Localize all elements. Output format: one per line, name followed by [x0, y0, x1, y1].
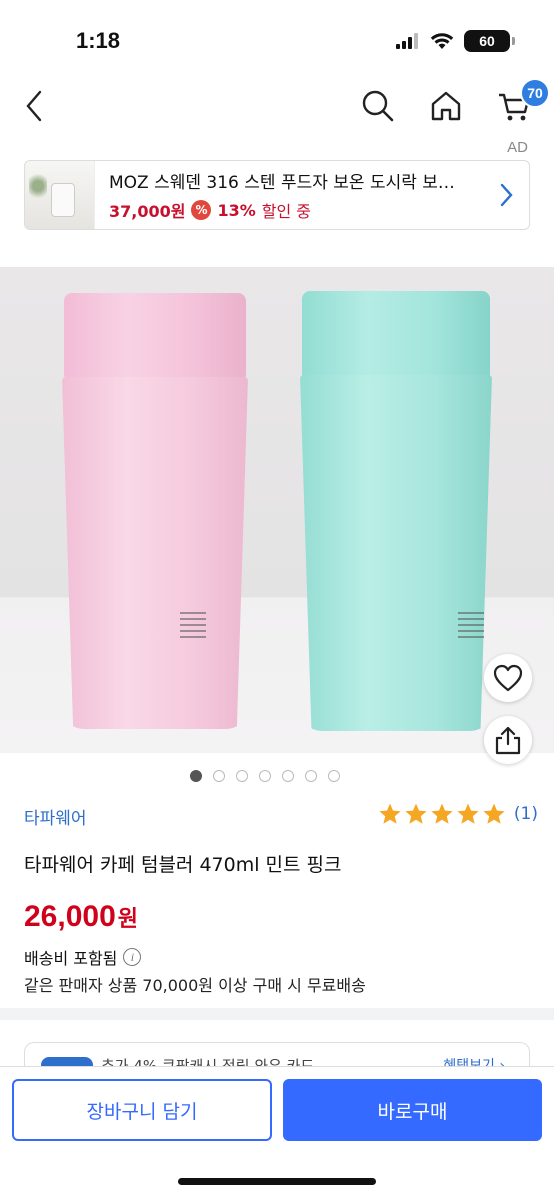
- status-icons: 60: [396, 30, 515, 52]
- star-icon: [405, 803, 427, 824]
- pager-dot[interactable]: [305, 770, 317, 782]
- pager-dot[interactable]: [213, 770, 225, 782]
- status-bar: 1:18 60: [0, 0, 554, 78]
- ad-text: MOZ 스웨덴 316 스텐 푸드자 보온 도시락 보… 37,000원 % 1…: [109, 168, 491, 222]
- ad-label: AD: [507, 139, 528, 156]
- product-image[interactable]: [0, 267, 554, 753]
- pager-dot[interactable]: [328, 770, 340, 782]
- star-icon: [483, 803, 505, 824]
- ad-thumbnail: [25, 161, 95, 229]
- cart-count-badge: 70: [520, 78, 550, 108]
- share-icon: [495, 726, 521, 755]
- top-nav: [0, 78, 554, 136]
- signal-icon: [396, 33, 418, 49]
- ad-price: 37,000원: [109, 202, 186, 221]
- back-button[interactable]: [12, 84, 56, 128]
- back-icon: [26, 90, 42, 122]
- product-price: 26,000 원: [24, 900, 138, 934]
- rating[interactable]: (1): [378, 802, 538, 826]
- product-name: 타파웨어 카페 텀블러 470ml 민트 핑크: [24, 854, 342, 876]
- like-button[interactable]: [484, 654, 532, 702]
- heart-icon: [493, 664, 523, 692]
- search-icon: [362, 90, 394, 122]
- info-icon[interactable]: i: [123, 948, 142, 966]
- add-to-cart-button[interactable]: 장바구니 담기: [12, 1079, 272, 1141]
- free-shipping-text: 같은 판매자 상품 70,000원 이상 구매 시 무료배송: [24, 976, 366, 995]
- image-pager: [0, 770, 554, 782]
- star-icon: [457, 803, 479, 824]
- rating-count: (1): [513, 804, 538, 824]
- home-icon: [431, 91, 461, 121]
- home-indicator: [178, 1178, 376, 1185]
- pager-dot[interactable]: [282, 770, 294, 782]
- ad-banner[interactable]: MOZ 스웨덴 316 스텐 푸드자 보온 도시락 보… 37,000원 % 1…: [24, 160, 530, 230]
- search-button[interactable]: [356, 84, 400, 128]
- shipping-text: 배송비 포함됨: [24, 949, 118, 968]
- brand-link[interactable]: 타파웨어: [24, 804, 87, 829]
- section-divider: [0, 1008, 554, 1020]
- chevron-right-icon: [500, 183, 513, 207]
- price-unit: 원: [117, 906, 139, 931]
- star-icon: [379, 803, 401, 824]
- pager-dot[interactable]: [190, 770, 202, 782]
- rating-stars: [378, 802, 506, 826]
- pager-dot[interactable]: [236, 770, 248, 782]
- shipping-info: 배송비 포함됨 i: [24, 945, 142, 969]
- ad-discount-label: 할인 중: [261, 202, 312, 221]
- ad-price-row: 37,000원 % 13% 할인 중: [109, 198, 491, 222]
- ad-discount: 13%: [217, 200, 256, 220]
- share-button[interactable]: [484, 716, 532, 764]
- battery-icon: 60: [464, 30, 515, 52]
- pager-dot[interactable]: [259, 770, 271, 782]
- buy-now-button[interactable]: 바로구매: [283, 1079, 542, 1141]
- ad-chevron: [491, 183, 521, 207]
- wifi-icon: [430, 33, 454, 49]
- status-time: 1:18: [76, 28, 121, 53]
- home-button[interactable]: [424, 84, 468, 128]
- ad-title: MOZ 스웨덴 316 스텐 푸드자 보온 도시락 보…: [109, 173, 455, 193]
- star-icon: [431, 803, 453, 824]
- discount-icon: %: [191, 200, 212, 220]
- price-value: 26,000: [24, 900, 116, 933]
